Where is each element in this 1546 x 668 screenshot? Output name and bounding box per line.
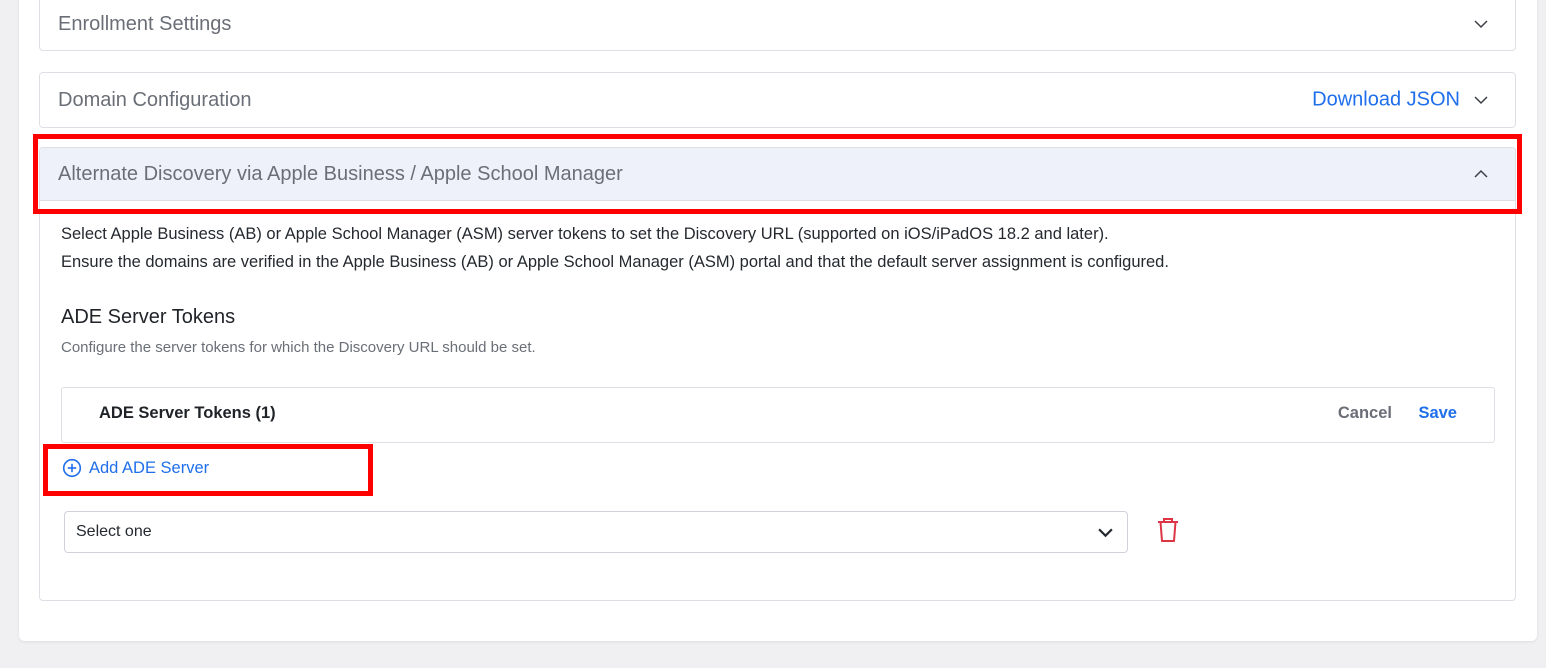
enrollment-settings-accordion: Enrollment Settings xyxy=(39,0,1516,51)
alternate-discovery-note: Ensure the domains are verified in the A… xyxy=(61,253,1169,271)
trash-icon[interactable] xyxy=(1156,516,1180,543)
download-json-link[interactable]: Download JSON xyxy=(1312,89,1460,112)
enrollment-settings-header[interactable]: Enrollment Settings xyxy=(40,1,1515,47)
ade-tokens-panel-title: ADE Server Tokens (1) xyxy=(99,404,276,422)
alternate-discovery-description: Select Apple Business (AB) or Apple Scho… xyxy=(61,225,1109,243)
chevron-down-icon xyxy=(1098,528,1113,538)
add-ade-server-button[interactable]: Add ADE Server xyxy=(62,458,209,478)
plus-circle-icon xyxy=(62,458,82,478)
add-ade-server-label: Add ADE Server xyxy=(89,458,210,477)
alternate-discovery-title: Alternate Discovery via Apple Business /… xyxy=(58,162,623,185)
ade-server-select-value: Select one xyxy=(76,523,152,540)
ade-tokens-heading: ADE Server Tokens xyxy=(61,306,236,328)
enrollment-settings-title: Enrollment Settings xyxy=(58,12,232,35)
chevron-up-icon[interactable] xyxy=(1473,166,1489,182)
chevron-down-icon[interactable] xyxy=(1473,92,1489,108)
domain-configuration-header[interactable]: Domain Configuration Download JSON xyxy=(40,73,1515,127)
domain-configuration-title: Domain Configuration xyxy=(58,88,252,111)
alternate-discovery-header[interactable]: Alternate Discovery via Apple Business /… xyxy=(40,148,1515,201)
save-button[interactable]: Save xyxy=(1418,404,1457,423)
ade-tokens-subheading: Configure the server tokens for which th… xyxy=(61,339,536,356)
domain-configuration-accordion: Domain Configuration Download JSON xyxy=(39,72,1516,128)
chevron-down-icon[interactable] xyxy=(1473,16,1489,32)
ade-server-select[interactable]: Select one xyxy=(64,511,1128,553)
cancel-button[interactable]: Cancel xyxy=(1338,404,1392,423)
ade-tokens-panel: ADE Server Tokens (1) Cancel Save xyxy=(61,387,1495,443)
